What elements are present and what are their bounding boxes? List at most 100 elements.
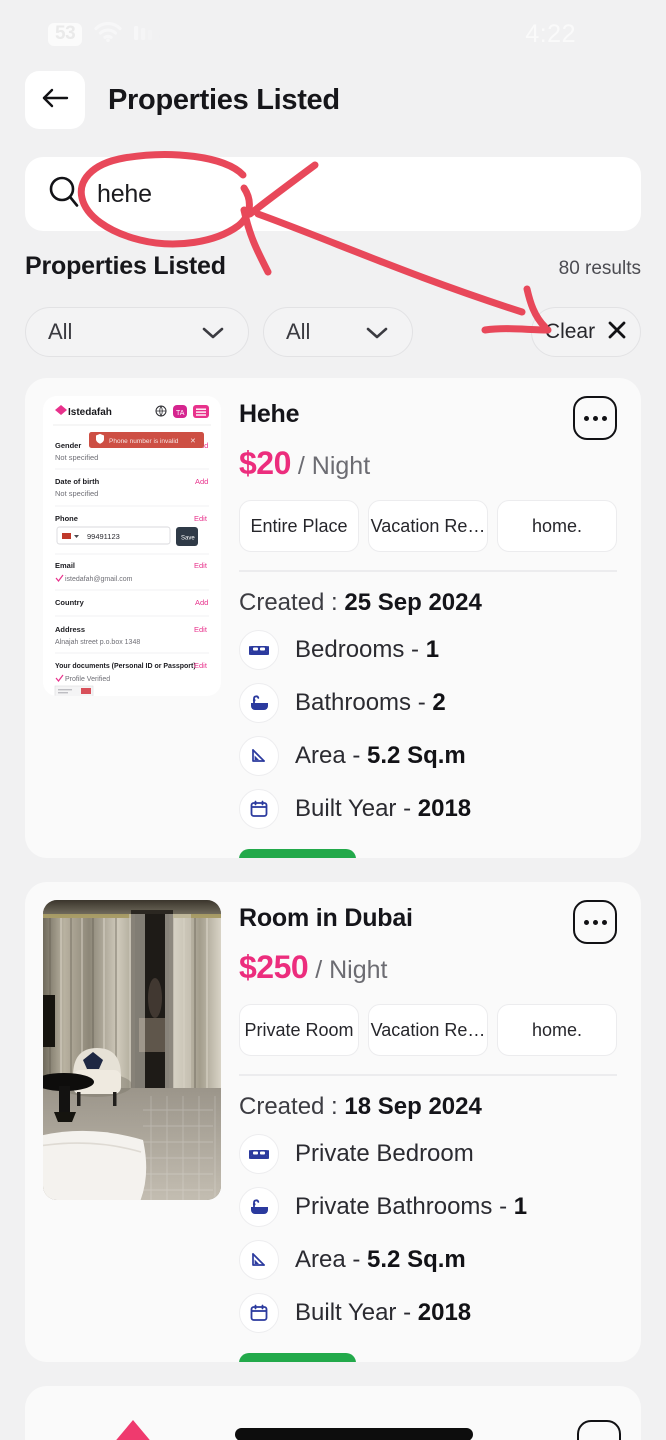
property-name: Hehe bbox=[239, 400, 300, 428]
chevron-down-icon bbox=[366, 326, 388, 345]
page-title: Properties Listed bbox=[108, 83, 340, 116]
created-date: 18 Sep 2024 bbox=[344, 1092, 482, 1120]
svg-text:99491123: 99491123 bbox=[87, 532, 120, 541]
property-tag-row: Private Room Vacation Re… home. bbox=[239, 1004, 617, 1056]
feature-bathrooms: Private Bathrooms - 1 bbox=[239, 1186, 617, 1227]
property-more-options-button[interactable] bbox=[573, 396, 617, 440]
property-thumbnail[interactable]: Istedafah TA Gender Not specified Add bbox=[43, 396, 221, 696]
feature-built-year: Built Year - 2018 bbox=[239, 788, 617, 829]
property-tag[interactable]: home. bbox=[497, 1004, 617, 1056]
property-name: Room in Dubai bbox=[239, 904, 413, 932]
property-card-body: test8885-eqiid bbox=[221, 1406, 621, 1440]
filter-row: All All Clear bbox=[25, 307, 641, 357]
property-tag[interactable]: Entire Place bbox=[239, 500, 359, 552]
wifi-icon bbox=[94, 21, 122, 47]
section-header: Properties Listed 80 results bbox=[25, 252, 641, 281]
svg-text:Edit: Edit bbox=[194, 514, 208, 523]
feature-label: Bedrooms - 1 bbox=[295, 635, 440, 663]
feature-label: Area - 5.2 Sq.m bbox=[295, 741, 466, 769]
area-ruler-icon bbox=[239, 1239, 279, 1280]
chevron-down-icon bbox=[202, 326, 224, 345]
svg-text:Not specified: Not specified bbox=[55, 453, 98, 462]
status-bar-left: 53 bbox=[48, 21, 164, 47]
svg-text:Alnajah street p.o.box 1348: Alnajah street p.o.box 1348 bbox=[55, 639, 140, 646]
price-unit: / Night bbox=[315, 956, 388, 984]
property-tag-row: Entire Place Vacation Re… home. bbox=[239, 500, 617, 552]
thumbnail-form-screenshot: Istedafah TA Gender Not specified Add bbox=[43, 396, 221, 696]
property-price: $20 bbox=[239, 445, 291, 481]
feature-label: Private Bedroom bbox=[295, 1139, 474, 1167]
property-thumbnail[interactable] bbox=[43, 1406, 221, 1440]
property-tag[interactable]: home. bbox=[497, 500, 617, 552]
arrow-left-icon bbox=[40, 86, 70, 115]
svg-text:Not specified: Not specified bbox=[55, 489, 98, 498]
svg-text:Email: Email bbox=[55, 561, 75, 570]
filter-type-dropdown[interactable]: All bbox=[25, 307, 249, 357]
battery-indicator: 53 bbox=[48, 23, 83, 46]
svg-text:Profile Verified: Profile Verified bbox=[65, 676, 110, 683]
filter-type-value: All bbox=[48, 319, 73, 344]
bathtub-icon bbox=[239, 682, 279, 723]
calendar-icon bbox=[239, 788, 279, 829]
svg-text:Edit: Edit bbox=[194, 561, 208, 570]
feature-bedrooms: Private Bedroom bbox=[239, 1133, 617, 1174]
feature-label: Area - 5.2 Sq.m bbox=[295, 1245, 466, 1273]
price-row: $250 / Night bbox=[239, 949, 617, 986]
property-tag[interactable]: Vacation Re… bbox=[368, 500, 488, 552]
svg-text:Edit: Edit bbox=[194, 625, 208, 634]
svg-text:Istedafah: Istedafah bbox=[68, 407, 112, 418]
svg-text:Date of birth: Date of birth bbox=[55, 477, 100, 486]
feature-bathrooms: Bathrooms - 2 bbox=[239, 682, 617, 723]
status-bar-clock: 4:22 bbox=[525, 20, 576, 48]
area-ruler-icon bbox=[239, 735, 279, 776]
property-card-body: Hehe $20 / Night Entire Place Vacation R… bbox=[221, 396, 621, 858]
created-label: Created : bbox=[239, 1092, 345, 1120]
svg-text:Add: Add bbox=[195, 598, 208, 607]
bed-icon bbox=[239, 629, 279, 670]
triangle-placeholder-icon bbox=[81, 1420, 185, 1440]
redaction-bar bbox=[235, 1428, 473, 1440]
feature-label: Bathrooms - 2 bbox=[295, 688, 446, 716]
clear-filters-button[interactable]: Clear bbox=[531, 307, 641, 357]
property-name: test8885-eqiid bbox=[235, 1428, 473, 1440]
property-card[interactable]: Istedafah TA Gender Not specified Add bbox=[25, 378, 641, 858]
svg-text:Phone: Phone bbox=[55, 514, 78, 523]
svg-text:Save: Save bbox=[181, 536, 195, 542]
app-root: 53 4:22 Properties Listed hehe Propertie… bbox=[0, 0, 666, 1440]
property-tag[interactable]: Private Room bbox=[239, 1004, 359, 1056]
feature-area: Area - 5.2 Sq.m bbox=[239, 1239, 617, 1280]
svg-text:✕: ✕ bbox=[190, 438, 196, 445]
card-divider bbox=[239, 570, 617, 572]
svg-text:Phone number is invalid: Phone number is invalid bbox=[109, 438, 179, 445]
filter-status-dropdown[interactable]: All bbox=[263, 307, 413, 357]
section-title: Properties Listed bbox=[25, 252, 226, 280]
bathtub-icon bbox=[239, 1186, 279, 1227]
status-badge[interactable]: Enabled bbox=[239, 848, 357, 858]
page-header: Properties Listed bbox=[0, 64, 666, 136]
results-count: 80 results bbox=[558, 258, 641, 279]
back-button[interactable] bbox=[25, 71, 85, 129]
property-created-row: Created : 25 Sep 2024 bbox=[239, 589, 617, 617]
property-price: $250 bbox=[239, 949, 309, 985]
svg-text:Add: Add bbox=[195, 477, 208, 486]
search-bar[interactable]: hehe bbox=[25, 157, 641, 231]
more-options-icon bbox=[583, 919, 607, 925]
property-card[interactable]: test8885-eqiid bbox=[25, 1386, 641, 1440]
svg-text:Gender: Gender bbox=[55, 441, 81, 450]
property-tag[interactable]: Vacation Re… bbox=[368, 1004, 488, 1056]
property-card[interactable]: Room in Dubai $250 / Night Private Room … bbox=[25, 882, 641, 1362]
svg-text:Address: Address bbox=[55, 625, 85, 634]
property-more-options-button[interactable] bbox=[573, 900, 617, 944]
feature-label: Private Bathrooms - 1 bbox=[295, 1192, 528, 1220]
feature-built-year: Built Year - 2018 bbox=[239, 1292, 617, 1333]
feature-label: Built Year - 2018 bbox=[295, 1298, 472, 1326]
svg-text:Country: Country bbox=[55, 598, 85, 607]
search-icon bbox=[47, 175, 81, 214]
filter-status-value: All bbox=[286, 319, 311, 344]
property-more-options-button[interactable] bbox=[577, 1420, 621, 1440]
svg-text:Your documents (Personal ID or: Your documents (Personal ID or Passport) bbox=[55, 663, 196, 670]
property-thumbnail[interactable] bbox=[43, 900, 221, 1200]
status-badge[interactable]: Enabled bbox=[239, 1352, 357, 1362]
search-input[interactable]: hehe bbox=[97, 180, 152, 209]
more-options-icon bbox=[583, 415, 607, 421]
